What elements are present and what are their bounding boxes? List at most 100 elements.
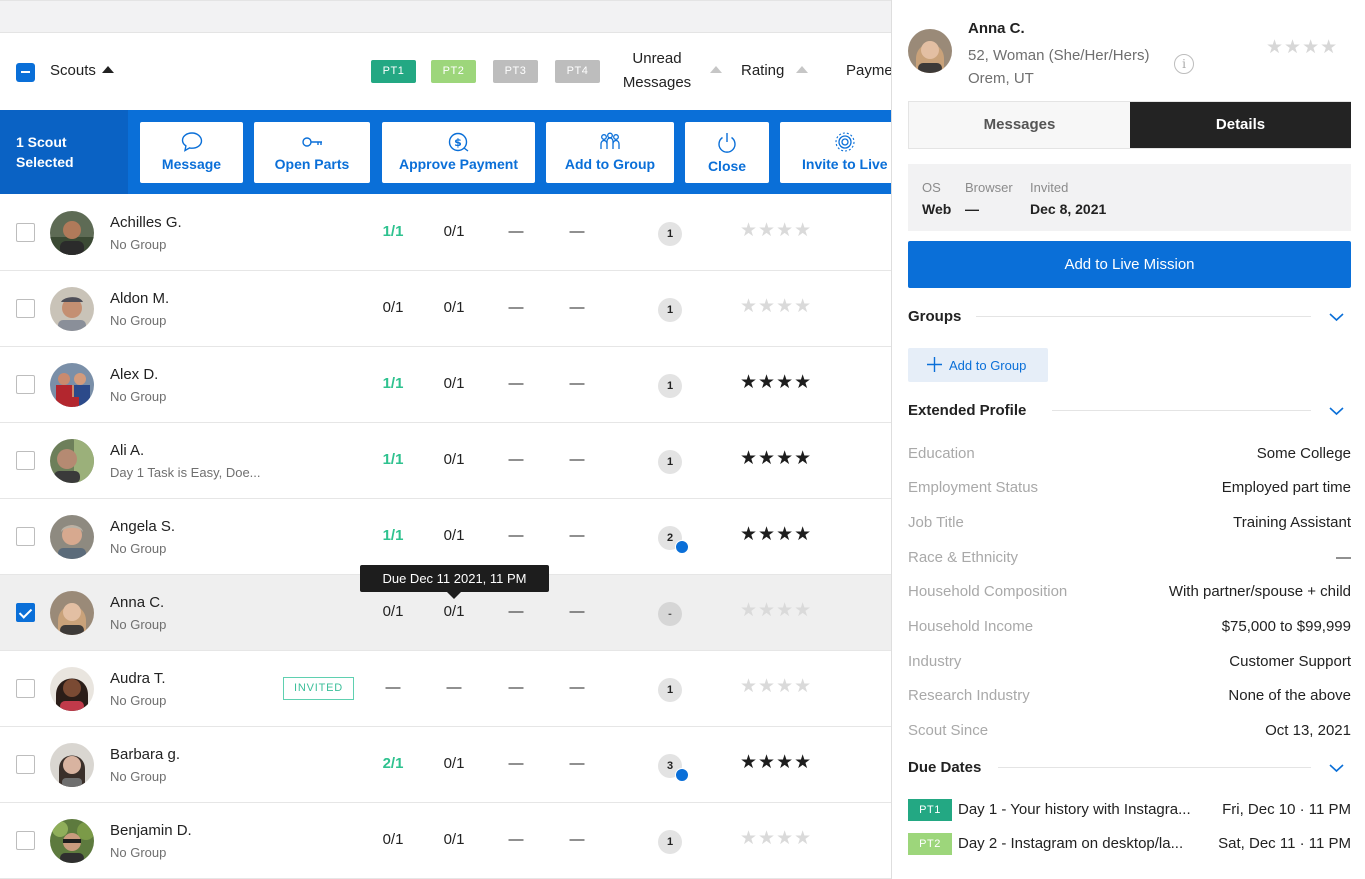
rating-stars[interactable]: ★★★★: [740, 827, 812, 850]
scout-demographics: 52, Woman (She/Her/Hers): [968, 47, 1150, 64]
column-header-pt1[interactable]: PT1: [371, 60, 416, 83]
column-header-scouts[interactable]: Scouts: [50, 62, 114, 79]
info-icon[interactable]: i: [1174, 54, 1194, 74]
row-checkbox[interactable]: [16, 299, 35, 318]
unread-count-badge[interactable]: 1: [658, 222, 682, 246]
scout-name[interactable]: Benjamin D.: [110, 822, 192, 839]
due-date-tooltip: Due Dec 11 2021, 11 PM: [360, 565, 549, 599]
column-header-pt2[interactable]: PT2: [431, 60, 476, 83]
close-button[interactable]: Close: [685, 122, 769, 183]
unread-count-badge[interactable]: 2: [658, 526, 689, 554]
scout-group: Day 1 Task is Easy, Doe...: [110, 465, 261, 480]
rating-stars[interactable]: ★★★★: [740, 599, 812, 622]
sort-unread-icon[interactable]: [710, 66, 722, 73]
due-date-row[interactable]: PT2 Day 2 - Instagram on desktop/la... S…: [908, 833, 1351, 857]
rating-stars[interactable]: ★★★★: [740, 675, 812, 698]
pt2-progress[interactable]: 0/1: [429, 603, 479, 620]
message-button[interactable]: Message: [140, 122, 243, 183]
due-task-title: Day 1 - Your history with Instagra...: [958, 801, 1191, 818]
tab-messages[interactable]: Messages: [909, 102, 1130, 148]
row-checkbox[interactable]: [16, 223, 35, 242]
chevron-down-icon[interactable]: [1329, 763, 1344, 773]
table-row[interactable]: Angela S. No Group 1/1 0/1 — — 2 ★★★★: [0, 499, 891, 575]
unread-count-badge[interactable]: 1: [658, 678, 682, 702]
group-people-icon: [600, 132, 620, 149]
pt1-progress: 0/1: [382, 831, 404, 848]
row-checkbox[interactable]: [16, 451, 35, 470]
invite-to-live-button[interactable]: Invite to Live: [780, 122, 891, 183]
pt1-badge: PT1: [908, 799, 952, 821]
scout-name[interactable]: Alex D.: [110, 366, 158, 383]
due-date: Fri, Dec 10 · 11 PM: [1222, 801, 1351, 818]
add-to-group-button[interactable]: Add to Group: [546, 122, 674, 183]
tab-details[interactable]: Details: [1130, 102, 1351, 148]
avatar: [50, 667, 94, 711]
due-date-row[interactable]: PT1 Day 1 - Your history with Instagra..…: [908, 799, 1351, 823]
pt4-progress: —: [569, 451, 585, 468]
row-checkbox[interactable]: [16, 755, 35, 774]
table-row[interactable]: Audra T. No Group INVITED — — — — 1 ★★★★: [0, 651, 891, 727]
rating-stars[interactable]: ★★★★: [740, 295, 812, 318]
scout-name[interactable]: Audra T.: [110, 670, 166, 687]
row-checkbox[interactable]: [16, 831, 35, 850]
approve-payment-button[interactable]: $ Approve Payment: [382, 122, 535, 183]
open-parts-button[interactable]: Open Parts: [254, 122, 370, 183]
column-header-pt3[interactable]: PT3: [493, 60, 538, 83]
rating-stars[interactable]: ★★★★: [740, 751, 812, 774]
scout-name[interactable]: Anna C.: [110, 594, 164, 611]
scout-group: No Group: [110, 389, 167, 404]
rating-stars[interactable]: ★★★★: [1266, 36, 1338, 59]
row-checkbox[interactable]: [16, 603, 35, 622]
table-row[interactable]: Ali A. Day 1 Task is Easy, Doe... 1/1 0/…: [0, 423, 891, 499]
rating-stars[interactable]: ★★★★: [740, 371, 812, 394]
avatar: [50, 439, 94, 483]
scout-name[interactable]: Achilles G.: [110, 214, 182, 231]
divider: [998, 767, 1311, 768]
table-row[interactable]: Benjamin D. No Group 0/1 0/1 — — 1 ★★★★: [0, 803, 891, 879]
avatar: [50, 591, 94, 635]
table-row[interactable]: Achilles G. No Group 1/1 0/1 — — 1 ★★★★: [0, 195, 891, 271]
scout-name[interactable]: Angela S.: [110, 518, 175, 535]
row-checkbox[interactable]: [16, 527, 35, 546]
row-checkbox[interactable]: [16, 679, 35, 698]
divider: [1052, 410, 1311, 411]
column-header-pt4[interactable]: PT4: [555, 60, 600, 83]
row-checkbox[interactable]: [16, 375, 35, 394]
pt4-progress: —: [569, 831, 585, 848]
unread-count-badge[interactable]: -: [658, 602, 682, 626]
unread-count-badge[interactable]: 1: [658, 830, 682, 854]
profile-row-household-income: Household Income $75,000 to $99,999: [908, 618, 1351, 635]
select-all-checkbox[interactable]: [16, 63, 35, 82]
scout-name[interactable]: Barbara g.: [110, 746, 180, 763]
rating-stars[interactable]: ★★★★: [740, 447, 812, 470]
add-to-live-mission-button[interactable]: Add to Live Mission: [908, 241, 1351, 288]
pt1-progress: —: [385, 679, 401, 696]
pt2-progress: 0/1: [443, 299, 465, 316]
unread-count-badge[interactable]: 1: [658, 450, 682, 474]
scout-name[interactable]: Ali A.: [110, 442, 144, 459]
rating-stars[interactable]: ★★★★: [740, 219, 812, 242]
unread-count-badge[interactable]: 1: [658, 374, 682, 398]
groups-section-title: Groups: [908, 308, 962, 325]
broadcast-icon: [835, 132, 855, 152]
scout-name: Anna C.: [968, 20, 1025, 37]
column-header-unread-messages[interactable]: Unread Messages: [612, 47, 702, 95]
pt3-progress: —: [508, 451, 524, 468]
column-header-rating[interactable]: Rating: [741, 62, 809, 79]
add-to-group-button[interactable]: Add to Group: [908, 348, 1048, 382]
unread-count-badge[interactable]: 1: [658, 298, 682, 322]
pt2-progress: —: [446, 679, 462, 696]
column-header-payment[interactable]: Payme: [846, 62, 891, 79]
table-row[interactable]: Aldon M. No Group 0/1 0/1 — — 1 ★★★★: [0, 271, 891, 347]
chevron-down-icon[interactable]: [1329, 312, 1344, 322]
avatar: [908, 29, 952, 73]
browser-value: —: [965, 201, 979, 217]
rating-stars[interactable]: ★★★★: [740, 523, 812, 546]
scout-name[interactable]: Aldon M.: [110, 290, 169, 307]
profile-row-education: Education Some College: [908, 445, 1351, 462]
chevron-down-icon[interactable]: [1329, 406, 1344, 416]
pt4-progress: —: [569, 679, 585, 696]
unread-count-badge[interactable]: 3: [658, 754, 689, 782]
table-row[interactable]: Alex D. No Group 1/1 0/1 — — 1 ★★★★: [0, 347, 891, 423]
table-row[interactable]: Barbara g. No Group 2/1 0/1 — — 3 ★★★★: [0, 727, 891, 803]
